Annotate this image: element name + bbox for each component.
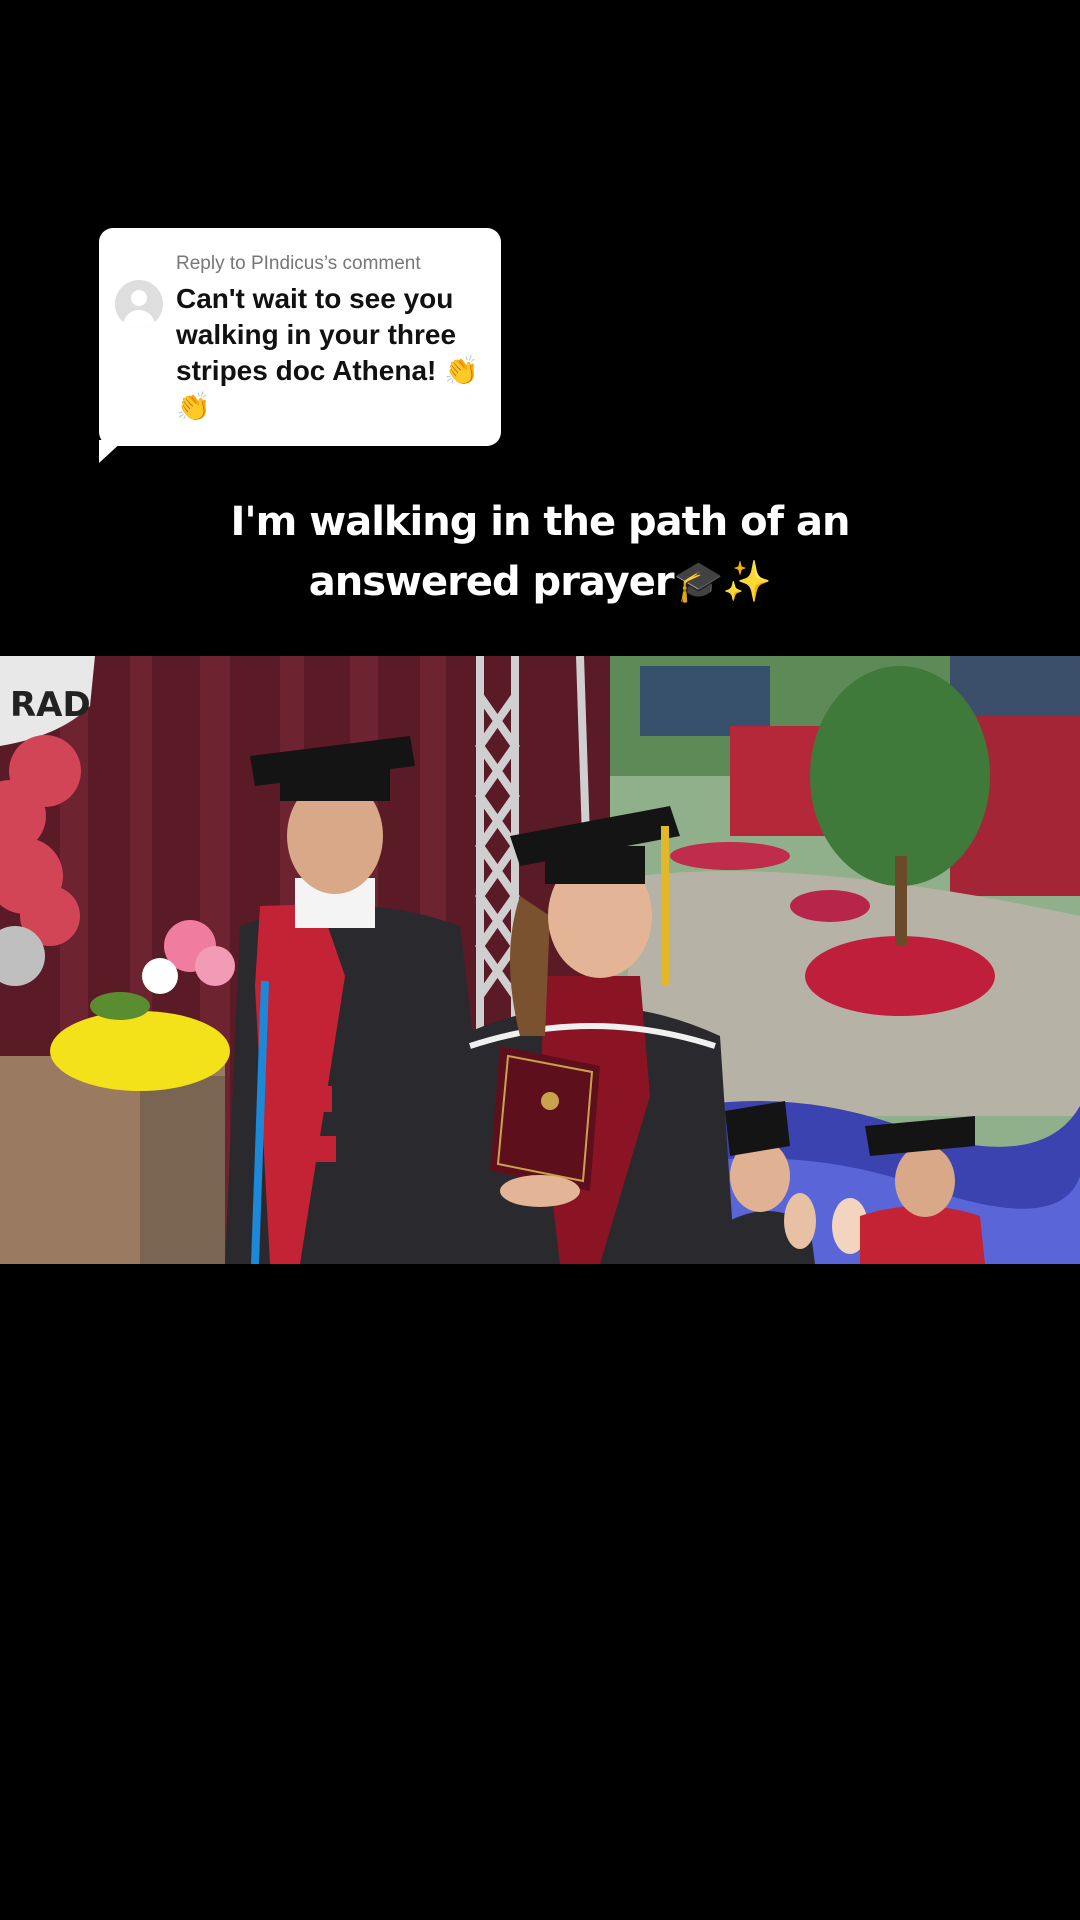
- video-frame[interactable]: RAD: [0, 656, 1080, 1264]
- graduation-ceremony-scene: RAD: [0, 656, 1080, 1264]
- reply-header: Reply to PIndicus’s comment: [176, 253, 421, 274]
- video-caption: I'm walking in the path of an answered p…: [0, 492, 1080, 612]
- grad-banner-text: RAD: [10, 685, 91, 725]
- reply-comment-text: Can't wait to see you walking in your th…: [176, 283, 479, 422]
- reply-comment-card[interactable]: Reply to PIndicus’s comment Can't wait t…: [99, 228, 501, 446]
- reply-card-tail: [99, 440, 124, 463]
- caption-line-1: I'm walking in the path of an: [230, 499, 851, 545]
- commenter-avatar: [115, 280, 163, 328]
- caption-line-2: answered prayer🎓✨: [308, 559, 772, 605]
